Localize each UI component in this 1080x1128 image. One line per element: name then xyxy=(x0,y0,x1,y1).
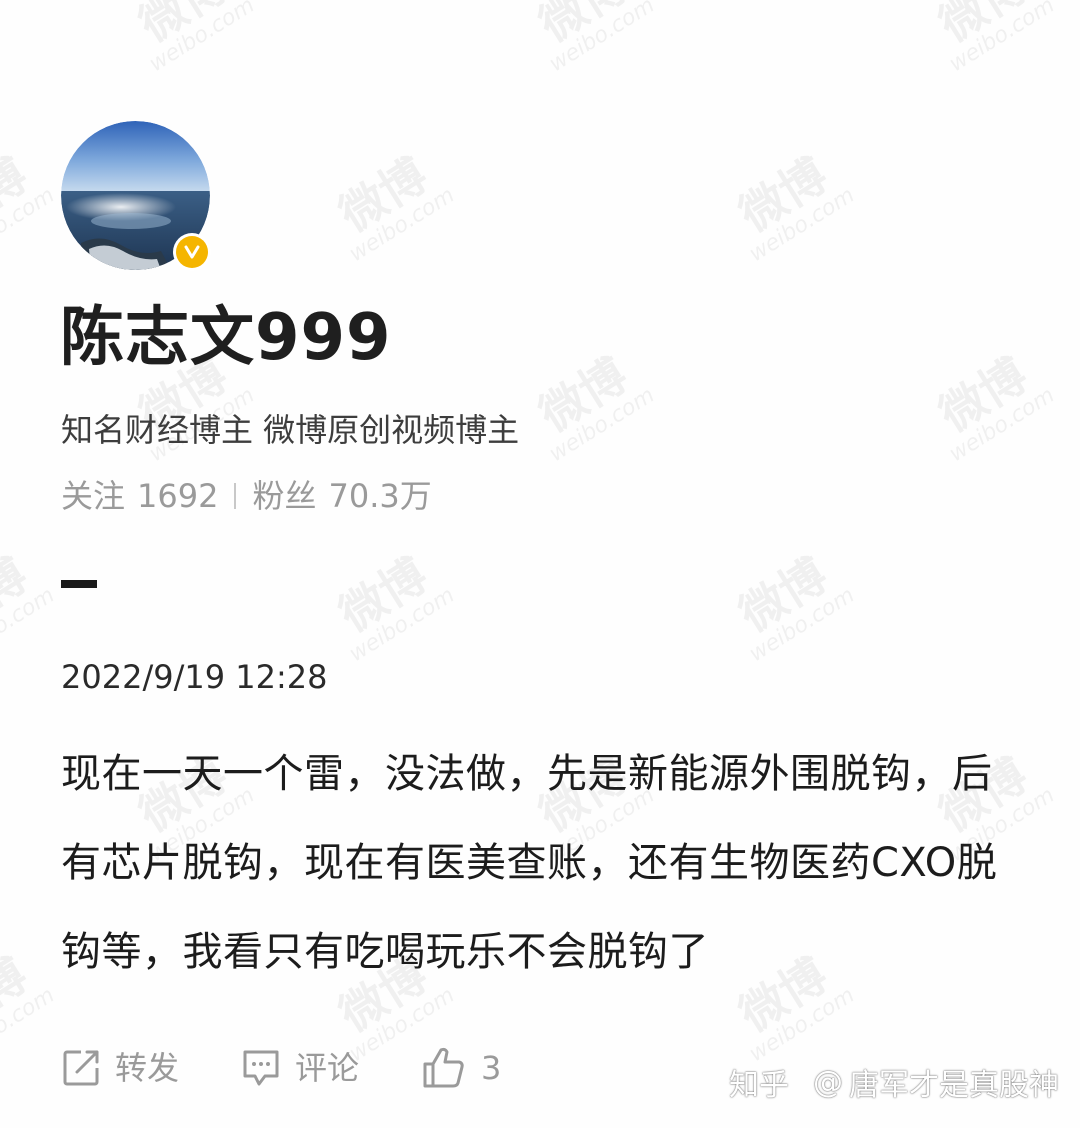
weibo-watermark: 微博 weibo.com xyxy=(920,344,1060,468)
weibo-watermark: 微博 weibo.com xyxy=(520,344,660,468)
watermark-site-en: weibo.com xyxy=(344,582,460,668)
watermark-site-cn: 微博 xyxy=(529,0,637,53)
watermark-site-cn: 微博 xyxy=(0,147,37,243)
comment-icon xyxy=(243,1050,279,1086)
follow-stats: 关注 1692 粉丝 70.3万 xyxy=(61,476,432,516)
watermark-site-cn: 微博 xyxy=(929,347,1037,443)
weibo-watermark: 微博 weibo.com xyxy=(0,144,60,268)
watermark-site-en: weibo.com xyxy=(544,0,660,78)
watermark-site-en: weibo.com xyxy=(944,382,1060,468)
weibo-watermark: 微博 weibo.com xyxy=(920,0,1060,78)
watermark-site-cn: 微博 xyxy=(329,147,437,243)
like-button[interactable]: 3 xyxy=(421,1046,501,1090)
watermark-site-cn: 微博 xyxy=(929,0,1037,53)
watermark-site-en: weibo.com xyxy=(944,0,1060,78)
post-timestamp: 2022/9/19 12:28 xyxy=(61,658,328,696)
followers-count: 70.3万 xyxy=(328,477,432,515)
weibo-watermark: 微博 weibo.com xyxy=(120,0,260,78)
following-stat[interactable]: 关注 1692 xyxy=(61,476,218,516)
watermark-site-en: weibo.com xyxy=(0,182,60,268)
repost-icon xyxy=(63,1050,99,1086)
weibo-post-screenshot: 微博 weibo.com 微博 weibo.com 微博 weibo.com 微博 weibo… xyxy=(0,0,1080,1128)
watermark-site-en: weibo.com xyxy=(344,182,460,268)
zhihu-watermark: 知乎 @ 唐军才是真股神 xyxy=(729,1060,1059,1104)
like-count: 3 xyxy=(481,1049,502,1087)
following-count: 1692 xyxy=(137,477,219,515)
comment-label: 评论 xyxy=(295,1049,360,1087)
watermark-site-en: weibo.com xyxy=(744,182,860,268)
watermark-site-en: weibo.com xyxy=(0,982,60,1068)
weibo-watermark: 微博 weibo.com xyxy=(520,0,660,78)
watermark-site-en: weibo.com xyxy=(144,0,260,78)
watermark-site-en: weibo.com xyxy=(744,582,860,668)
weibo-watermark: 微博 weibo.com xyxy=(0,544,60,668)
username[interactable]: 陈志文999 xyxy=(60,300,392,376)
avatar-container[interactable] xyxy=(61,121,211,271)
watermark-site-cn: 微博 xyxy=(329,547,437,643)
section-divider xyxy=(61,580,97,588)
weibo-watermark: 微博 weibo.com xyxy=(0,944,60,1068)
following-label: 关注 xyxy=(61,477,126,515)
weibo-watermark: 微博 weibo.com xyxy=(720,144,860,268)
repost-label: 转发 xyxy=(115,1049,180,1087)
thumbs-up-icon xyxy=(423,1047,464,1088)
verified-badge-icon xyxy=(173,233,211,271)
post-actions: 转发 评论 3 xyxy=(61,1046,501,1090)
zhihu-at: @ xyxy=(813,1064,843,1100)
watermark-site-cn: 微博 xyxy=(0,547,37,643)
watermark-site-cn: 微博 xyxy=(729,147,837,243)
watermark-site-cn: 微博 xyxy=(0,947,37,1043)
followers-stat[interactable]: 粉丝 70.3万 xyxy=(252,476,431,516)
weibo-watermark: 微博 weibo.com xyxy=(320,144,460,268)
watermark-site-en: weibo.com xyxy=(0,582,60,668)
comment-button[interactable]: 评论 xyxy=(241,1046,359,1090)
zhihu-label: 知乎 xyxy=(729,1068,789,1103)
repost-button[interactable]: 转发 xyxy=(61,1046,179,1090)
weibo-watermark: 微博 weibo.com xyxy=(720,544,860,668)
watermark-site-cn: 微博 xyxy=(129,0,237,53)
user-bio: 知名财经博主 微博原创视频博主 xyxy=(61,411,520,449)
watermark-site-cn: 微博 xyxy=(529,347,637,443)
weibo-watermark: 微博 weibo.com xyxy=(320,544,460,668)
stats-divider xyxy=(234,483,237,509)
watermark-site-cn: 微博 xyxy=(729,547,837,643)
followers-label: 粉丝 xyxy=(252,477,317,515)
post-text: 现在一天一个雷，没法做，先是新能源外围脱钩，后有芯片脱钩，现在有医美查账，还有生… xyxy=(61,751,998,975)
zhihu-user: 唐军才是真股神 xyxy=(849,1068,1059,1103)
watermark-site-en: weibo.com xyxy=(544,382,660,468)
